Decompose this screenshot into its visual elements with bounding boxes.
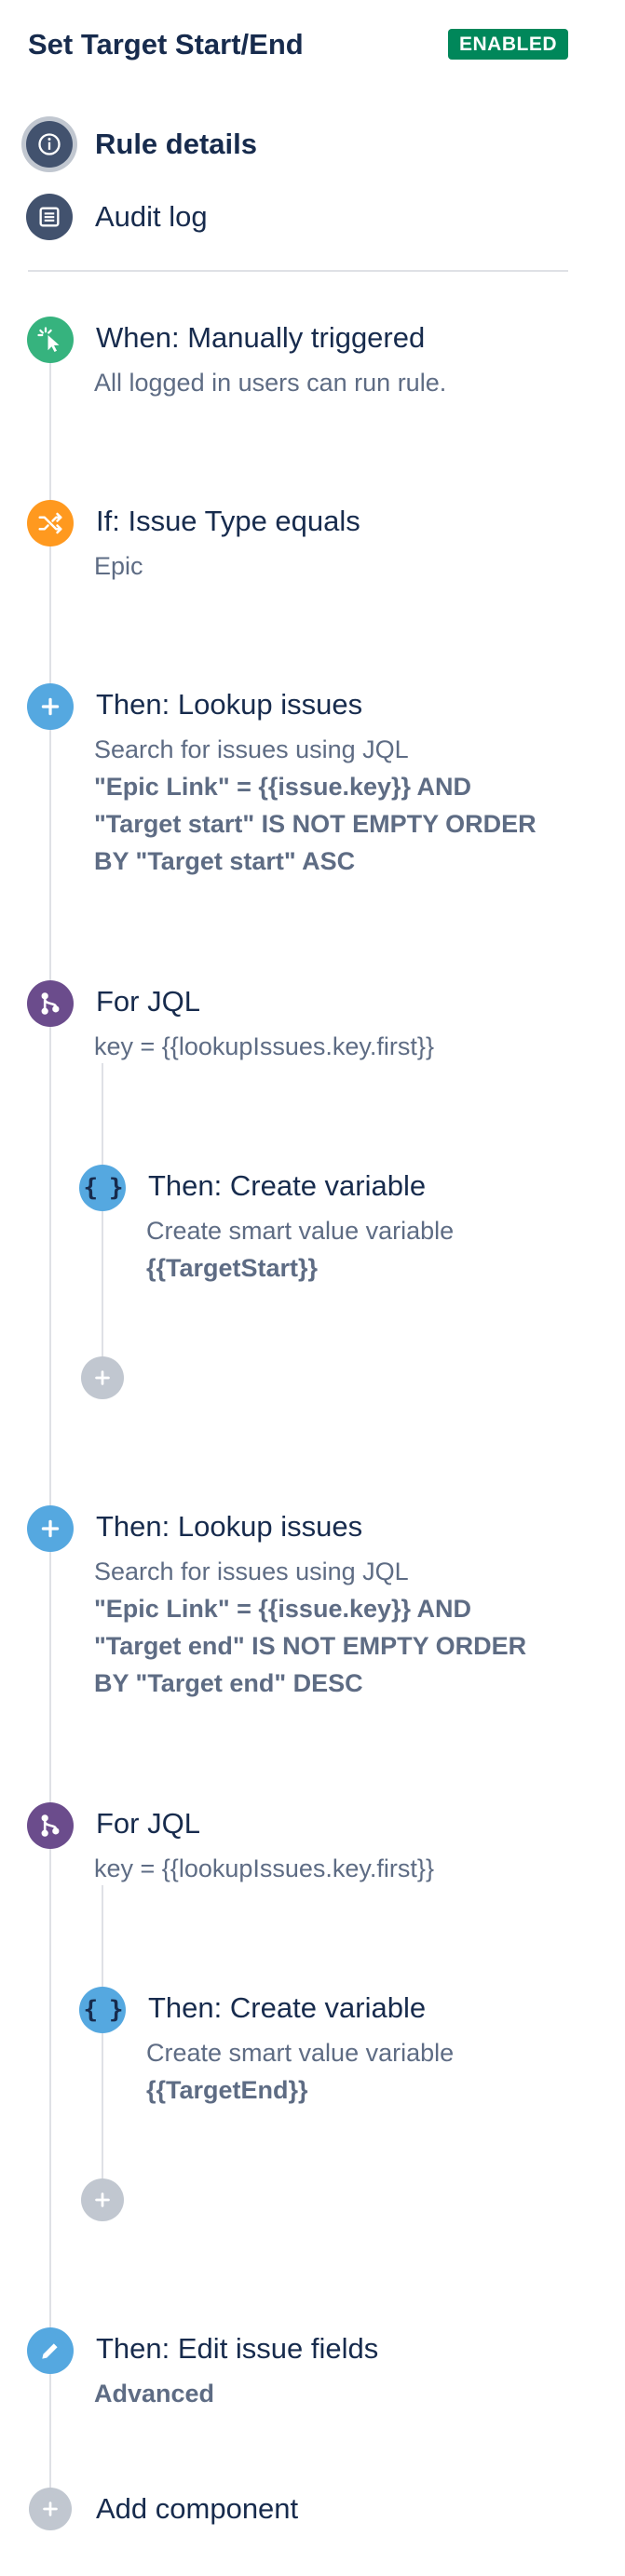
branch-title[interactable]: For JQL bbox=[96, 983, 200, 1020]
curly-braces-icon[interactable]: { } bbox=[79, 1987, 126, 2033]
add-branch-component-button[interactable] bbox=[81, 2178, 124, 2221]
plus-icon[interactable] bbox=[27, 1505, 74, 1552]
plus-icon[interactable] bbox=[27, 683, 74, 730]
edit-issue-title[interactable]: Then: Edit issue fields bbox=[96, 2330, 378, 2367]
jql-line: "Epic Link" = {{issue.key}} AND bbox=[94, 773, 472, 801]
add-component-button[interactable]: Add component bbox=[96, 2490, 298, 2528]
nav-rule-details[interactable]: Rule details bbox=[26, 121, 257, 168]
branch-description: key = {{lookupIssues.key.first}} bbox=[94, 1854, 434, 1882]
create-variable-title[interactable]: Then: Create variable bbox=[148, 1989, 426, 2027]
variable-name: {{TargetStart}} bbox=[146, 1254, 319, 1282]
rule-timeline bbox=[49, 335, 51, 2506]
jql-line: "Target end" IS NOT EMPTY ORDER bbox=[94, 1632, 527, 1660]
lookup-issues-title[interactable]: Then: Lookup issues bbox=[96, 1508, 362, 1545]
create-variable-title[interactable]: Then: Create variable bbox=[148, 1167, 426, 1205]
pencil-icon[interactable] bbox=[27, 2327, 74, 2374]
info-icon bbox=[26, 121, 73, 168]
divider bbox=[28, 270, 568, 272]
branch-line bbox=[102, 1063, 103, 1378]
variable-name: {{TargetEnd}} bbox=[146, 2076, 308, 2104]
jql-line: "Target start" IS NOT EMPTY ORDER bbox=[94, 810, 537, 838]
curly-braces-icon[interactable]: { } bbox=[79, 1165, 126, 1211]
lookup-issues-description: Search for issues using JQL bbox=[94, 735, 409, 763]
jql-line: BY "Target end" DESC bbox=[94, 1669, 363, 1697]
lookup-issues-title[interactable]: Then: Lookup issues bbox=[96, 686, 362, 723]
status-badge: ENABLED bbox=[447, 29, 568, 60]
condition-title[interactable]: If: Issue Type equals bbox=[96, 503, 360, 540]
shuffle-icon[interactable] bbox=[27, 500, 74, 546]
jql-line: "Epic Link" = {{issue.key}} AND bbox=[94, 1595, 472, 1623]
jql-line: BY "Target start" ASC bbox=[94, 847, 356, 875]
rule-header: Set Target Start/End ENABLED bbox=[28, 26, 568, 63]
create-variable-description: Create smart value variable bbox=[146, 2039, 455, 2067]
trigger-description: All logged in users can run rule. bbox=[94, 369, 447, 397]
branch-description: key = {{lookupIssues.key.first}} bbox=[94, 1032, 434, 1060]
trigger-title[interactable]: When: Manually triggered bbox=[96, 319, 425, 357]
trigger-icon[interactable] bbox=[27, 317, 74, 363]
branch-icon[interactable] bbox=[27, 1802, 74, 1849]
nav-rule-details-label: Rule details bbox=[95, 128, 257, 160]
plus-icon[interactable] bbox=[29, 2488, 72, 2530]
edit-issue-description: Advanced bbox=[94, 2380, 215, 2407]
condition-description: Epic bbox=[94, 552, 143, 580]
lookup-issues-description: Search for issues using JQL bbox=[94, 1558, 409, 1585]
rule-title: Set Target Start/End bbox=[28, 28, 304, 61]
list-icon bbox=[26, 194, 73, 240]
branch-icon[interactable] bbox=[27, 980, 74, 1027]
branch-line bbox=[102, 1885, 103, 2200]
nav-audit-log[interactable]: Audit log bbox=[26, 194, 208, 240]
branch-title[interactable]: For JQL bbox=[96, 1805, 200, 1842]
create-variable-description: Create smart value variable bbox=[146, 1217, 455, 1245]
nav-audit-log-label: Audit log bbox=[95, 200, 208, 233]
add-branch-component-button[interactable] bbox=[81, 1356, 124, 1399]
